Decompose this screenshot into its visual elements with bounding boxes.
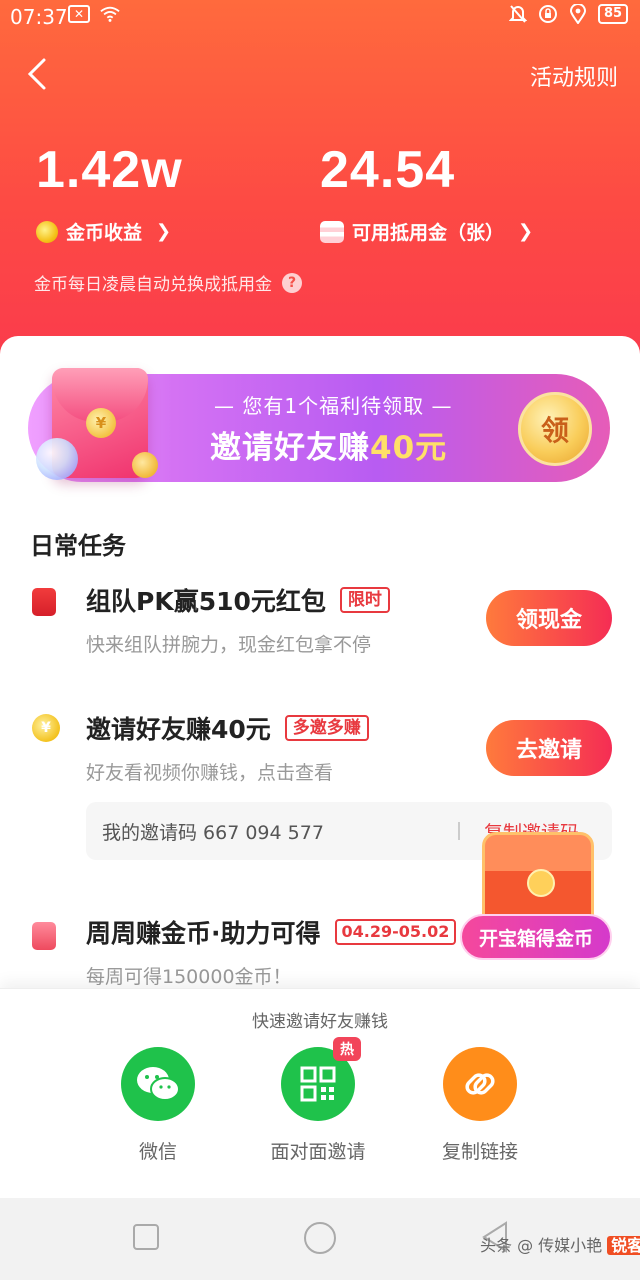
treasure-chest-widget[interactable]: 开宝箱得金币	[460, 822, 614, 972]
activity-rules-link[interactable]: 活动规则	[530, 60, 618, 92]
qr-code-icon	[300, 1066, 336, 1102]
coin-decoration	[132, 452, 158, 478]
coin-icon	[36, 220, 58, 243]
wechat-icon	[137, 1067, 180, 1101]
help-icon[interactable]: ?	[282, 272, 302, 293]
carousel-dot[interactable]	[278, 503, 287, 512]
voucher-value: 24.54	[320, 141, 456, 199]
exchange-hint: 金币每日凌晨自动兑换成抵用金 ?	[34, 270, 302, 295]
voucher-label: 可用抵用金（张）	[352, 222, 505, 244]
coin-earnings-label: 金币收益	[66, 222, 143, 244]
chevron-left-icon	[27, 58, 46, 90]
back-button[interactable]	[22, 56, 58, 92]
header: 07:37 ✕ 85 活动规则 1.42w 金币收益 ❯ 24.54 可用抵用金…	[0, 0, 640, 372]
share-label: 复制链接	[441, 1141, 518, 1163]
banner-title: 邀请好友赚40元	[210, 430, 448, 466]
recent-apps-button[interactable]	[133, 1224, 159, 1250]
share-panel: 快速邀请好友赚钱 微信 热 面对面邀请 复制链接	[0, 988, 640, 1198]
task-title: 邀请好友赚40元	[86, 715, 271, 744]
banner-subtitle: — 您有1个福利待领取 —	[214, 394, 453, 418]
task-title: 周周赚金币·助力可得	[86, 919, 321, 948]
carousel-dot-active[interactable]	[303, 502, 314, 513]
share-label: 微信	[138, 1141, 177, 1163]
task-description: 好友看视频你赚钱，点击查看	[86, 762, 334, 784]
notification-icon: ✕	[68, 5, 90, 23]
task-date-tag: 04.29-05.02	[334, 919, 457, 945]
bubble-decoration	[36, 438, 78, 480]
task-description: 每周可得150000金币！	[86, 966, 292, 988]
home-button[interactable]	[304, 1222, 336, 1254]
chevron-right-icon: ❯	[156, 221, 172, 242]
open-treasure-button[interactable]: 开宝箱得金币	[460, 914, 612, 960]
claim-button[interactable]: 领	[518, 392, 592, 466]
voucher-stack-icon	[320, 220, 344, 243]
battery-icon: 85	[598, 4, 628, 24]
status-bar: 07:37 ✕ 85	[0, 0, 640, 34]
yuan-coin-icon: ¥	[86, 408, 116, 438]
location-icon	[568, 4, 588, 24]
claim-cash-button[interactable]: 领现金	[486, 590, 612, 646]
hot-badge: 热	[333, 1037, 361, 1061]
go-invite-button[interactable]: 去邀请	[486, 720, 612, 776]
share-face-to-face[interactable]: 热 面对面邀请	[238, 1037, 398, 1164]
share-copy-link[interactable]: 复制链接	[400, 1047, 560, 1164]
share-wechat[interactable]: 微信	[78, 1047, 238, 1164]
wifi-icon	[100, 4, 120, 24]
carousel-dot[interactable]	[355, 503, 364, 512]
task-title: 组队PK赢510元红包	[86, 587, 326, 616]
lock-rotation-icon	[538, 4, 558, 24]
red-envelope-icon	[32, 588, 56, 616]
treasure-chest-icon	[482, 832, 594, 924]
share-panel-title: 快速邀请好友赚钱	[252, 1012, 388, 1032]
carousel-dots	[278, 502, 364, 513]
red-envelope-icon	[32, 922, 56, 950]
watermark-logo: 锐客网	[607, 1236, 640, 1255]
chevron-right-icon: ❯	[518, 221, 534, 242]
carousel-dot[interactable]	[330, 503, 339, 512]
section-title: 日常任务	[30, 532, 126, 560]
share-label: 面对面邀请	[270, 1141, 366, 1163]
coin-earnings[interactable]: 1.42w 金币收益 ❯	[36, 140, 183, 245]
mute-icon	[508, 4, 528, 24]
task-tag: 多邀多赚	[284, 715, 369, 741]
system-nav-bar: 头条 @ 传媒小艳 锐客网	[0, 1198, 640, 1280]
task-tag: 限时	[339, 587, 390, 613]
status-time: 07:37	[10, 5, 68, 29]
link-icon	[465, 1073, 495, 1095]
watermark: 头条 @ 传媒小艳 锐客网	[480, 1232, 640, 1256]
voucher-balance[interactable]: 24.54 可用抵用金（张） ❯	[320, 140, 533, 245]
coin-icon: ¥	[32, 714, 60, 742]
welfare-banner[interactable]: ¥ — 您有1个福利待领取 — 邀请好友赚40元 领	[28, 368, 610, 513]
invite-code-label: 我的邀请码 667 094 577	[102, 822, 324, 844]
task-description: 快来组队拼腕力，现金红包拿不停	[86, 634, 372, 656]
coin-earnings-value: 1.42w	[36, 141, 183, 199]
